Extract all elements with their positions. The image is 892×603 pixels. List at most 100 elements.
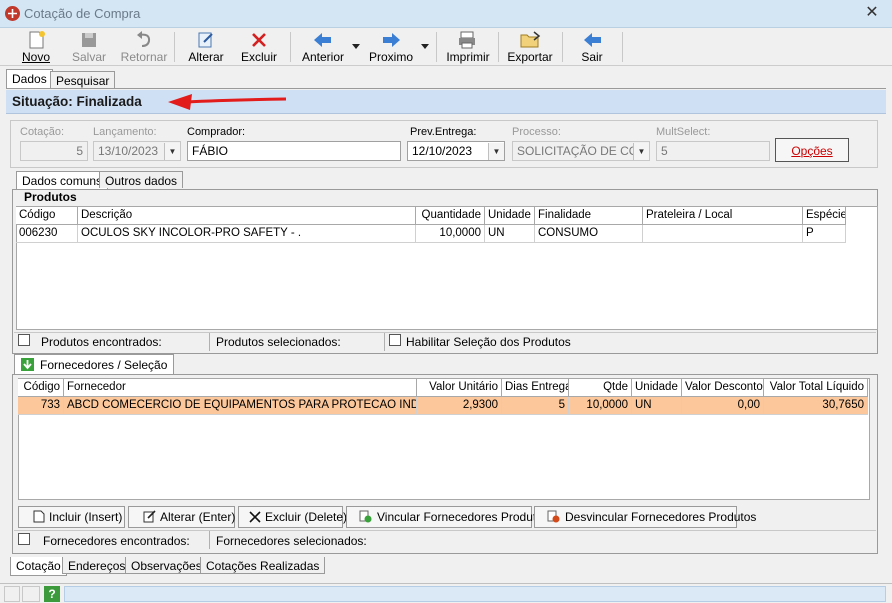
produtos-col-unidade[interactable]: Unidade <box>485 207 535 225</box>
novo-button[interactable]: Novo <box>14 28 58 66</box>
anterior-button[interactable]: Anterior <box>298 28 348 66</box>
tab-dados-comuns[interactable]: Dados comuns <box>16 171 109 190</box>
fornecedores-encontrados-label: Fornecedores encontrados: <box>43 534 190 548</box>
comprador-field[interactable]: FÁBIO <box>187 141 401 161</box>
arrow-right-icon <box>366 30 416 50</box>
save-icon <box>64 30 114 50</box>
tab-pesquisar[interactable]: Pesquisar <box>50 71 116 88</box>
produtos-col-finalidade[interactable]: Finalidade <box>535 207 643 225</box>
table-row-cell[interactable]: 5 <box>502 397 569 415</box>
tab-cotacoes-realizadas[interactable]: Cotações Realizadas <box>200 557 326 574</box>
excluir-button[interactable]: Excluir <box>236 28 282 66</box>
produtos-col-quantidade[interactable]: Quantidade <box>416 207 485 225</box>
cotacao-field[interactable]: 5 <box>20 141 88 161</box>
table-row-cell[interactable]: ABCD COMECERCIO DE EQUIPAMENTOS PARA PRO… <box>64 397 417 415</box>
situacao-text: Situação: Finalizada <box>12 94 142 109</box>
vincular-button[interactable]: Vincular Fornecedores Produtos <box>346 506 549 528</box>
table-row-cell[interactable]: 0,00 <box>682 397 764 415</box>
table-row-cell[interactable]: 30,7650 <box>764 397 868 415</box>
processo-label: Processo: <box>512 126 561 138</box>
table-row-cell[interactable]: 006230 <box>16 225 78 243</box>
preventrega-field[interactable]: 12/10/2023 ▼ <box>407 141 505 161</box>
tab-observacoes[interactable]: Observações <box>125 557 208 574</box>
alterar-label: Alterar <box>188 50 224 64</box>
fornecedores-col-fornecedor[interactable]: Fornecedor <box>64 379 417 397</box>
imprimir-button[interactable]: Imprimir <box>444 28 492 66</box>
exportar-button[interactable]: Exportar <box>504 28 556 66</box>
comprador-label: Comprador: <box>187 126 246 138</box>
fornecedores-col-qtde[interactable]: Qtde <box>569 379 632 397</box>
habilitar-selecao-checkbox[interactable] <box>389 334 401 346</box>
toolbar-separator <box>498 32 499 62</box>
printer-icon <box>444 30 492 50</box>
fornecedores-encontrados-checkbox[interactable] <box>18 533 30 545</box>
table-row-cell[interactable]: 10,0000 <box>416 225 485 243</box>
tab-dados[interactable]: Dados <box>6 69 53 88</box>
chevron-down-icon[interactable]: ▼ <box>164 143 180 160</box>
toolbar-separator <box>562 32 563 62</box>
table-row-cell[interactable] <box>643 225 803 243</box>
fornecedores-col-codigo[interactable]: Código <box>18 379 64 397</box>
toolbar-separator <box>622 32 623 62</box>
link-icon <box>359 510 373 523</box>
lancamento-field[interactable]: 13/10/2023 ▼ <box>93 141 181 161</box>
table-row-cell[interactable]: OCULOS SKY INCOLOR-PRO SAFETY - . <box>78 225 416 243</box>
excluir-fornecedor-label: Excluir (Delete) <box>265 510 348 524</box>
anterior-dropdown-icon[interactable] <box>351 41 361 51</box>
table-row-cell[interactable]: UN <box>632 397 682 415</box>
table-row-cell[interactable]: 733 <box>18 397 64 415</box>
divider <box>209 333 210 351</box>
fornecedores-col-valor-unitario[interactable]: Valor Unitário <box>417 379 502 397</box>
produtos-col-prateleira[interactable]: Prateleira / Local <box>643 207 803 225</box>
excluir-fornecedor-button[interactable]: Excluir (Delete) <box>238 506 347 528</box>
divider <box>209 531 210 549</box>
alterar-fornecedor-label: Alterar (Enter) <box>160 510 236 524</box>
fornecedores-col-valor-total[interactable]: Valor Total Líquido <box>764 379 868 397</box>
tab-fornecedores-selecao[interactable]: Fornecedores / Seleção <box>14 354 175 374</box>
chevron-down-icon[interactable]: ▼ <box>488 143 504 160</box>
table-row-cell[interactable]: UN <box>485 225 535 243</box>
help-icon[interactable]: ? <box>44 586 60 602</box>
fornecedores-col-unidade[interactable]: Unidade <box>632 379 682 397</box>
cotacao-label: Cotação: <box>20 126 65 138</box>
incluir-button[interactable]: Incluir (Insert) <box>18 506 125 528</box>
produtos-encontrados-checkbox[interactable] <box>18 334 30 346</box>
table-row-cell[interactable]: CONSUMO <box>535 225 643 243</box>
alterar-button[interactable]: Alterar <box>182 28 230 66</box>
proximo-dropdown-icon[interactable] <box>420 41 430 51</box>
salvar-button[interactable]: Salvar <box>64 28 114 66</box>
proximo-button[interactable]: Proximo <box>366 28 416 66</box>
close-window-button[interactable]: ✕ <box>858 2 886 24</box>
retornar-button[interactable]: Retornar <box>118 28 170 66</box>
tab-enderecos[interactable]: Endereços <box>62 557 132 574</box>
produtos-col-descricao[interactable]: Descrição <box>78 207 416 225</box>
sair-button[interactable]: Sair <box>570 28 614 66</box>
status-bar: ? <box>0 583 892 603</box>
table-row-cell[interactable]: 2,9300 <box>417 397 502 415</box>
table-row-cell[interactable]: P <box>803 225 846 243</box>
anterior-label: Anterior <box>301 50 345 64</box>
red-arrow-icon <box>168 90 288 112</box>
produtos-col-codigo[interactable]: Código <box>16 207 78 225</box>
table-row-cell[interactable]: 10,0000 <box>569 397 632 415</box>
produtos-encontrados-label: Produtos encontrados: <box>41 335 162 349</box>
situacao-banner: Situação: Finalizada <box>6 90 886 114</box>
new-document-icon <box>33 510 45 523</box>
delete-x-icon <box>249 511 261 523</box>
lancamento-label: Lançamento: <box>93 126 157 138</box>
tab-outros-dados[interactable]: Outros dados <box>99 171 184 188</box>
alterar-fornecedor-button[interactable]: Alterar (Enter) <box>128 506 235 528</box>
produtos-col-especie[interactable]: Espécie <box>803 207 846 225</box>
fornecedores-col-valor-desconto[interactable]: Valor Desconto <box>682 379 764 397</box>
app-logo-icon <box>5 6 20 21</box>
fornecedores-col-dias-entrega[interactable]: Dias Entrega <box>502 379 569 397</box>
preventrega-label: Prev.Entrega: <box>410 126 477 138</box>
multselect-field[interactable]: 5 <box>656 141 770 161</box>
chevron-down-icon[interactable]: ▼ <box>633 143 649 160</box>
fornecedores-selecionados-label: Fornecedores selecionados: <box>216 534 367 548</box>
desvincular-button[interactable]: Desvincular Fornecedores Produtos <box>534 506 756 528</box>
opcoes-button[interactable]: Opções <box>775 138 849 162</box>
tab-cotacao[interactable]: Cotação <box>10 557 67 576</box>
processo-field[interactable]: SOLICITAÇÃO DE COM ▼ <box>512 141 650 161</box>
desvincular-label: Desvincular Fornecedores Produtos <box>565 510 757 524</box>
